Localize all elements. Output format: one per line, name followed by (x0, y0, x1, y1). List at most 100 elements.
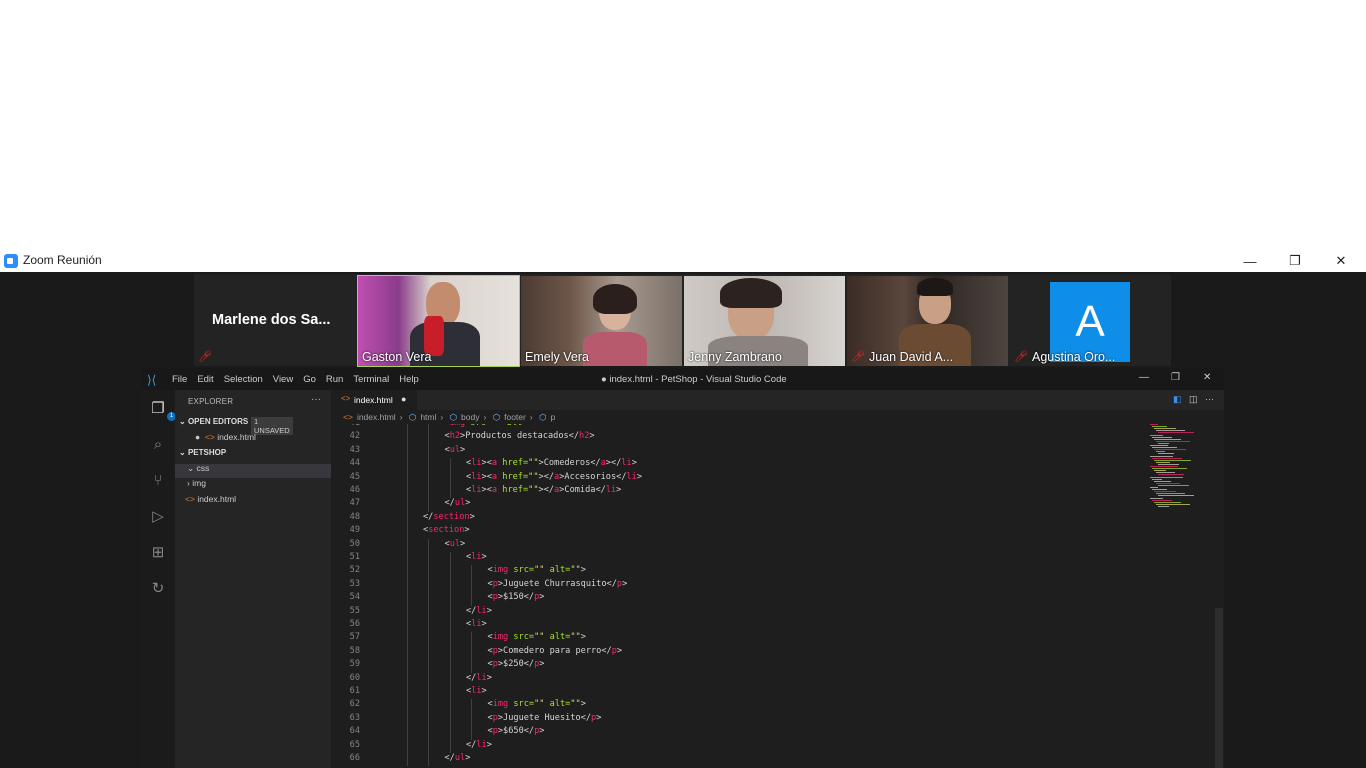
breadcrumb-item[interactable]: html (420, 412, 436, 422)
vscode-close-button[interactable]: ✕ (1203, 372, 1211, 383)
code-line[interactable]: 43 <ul> (331, 444, 1141, 459)
folder-img[interactable]: › img (187, 478, 206, 488)
code-line[interactable]: 60 </li> (331, 672, 1141, 686)
minimap[interactable] (1146, 424, 1216, 514)
minimap-line (1158, 505, 1169, 507)
minimize-button[interactable]: — (1227, 250, 1273, 272)
file-index-html[interactable]: <> index.html (185, 494, 236, 504)
indent-guide (471, 712, 472, 727)
code-line[interactable]: 47 </ul> (331, 498, 1141, 512)
code-line[interactable]: 50 <ul> (331, 538, 1141, 552)
close-button[interactable]: ✕ (1318, 250, 1364, 272)
indent-guide (428, 632, 429, 646)
breadcrumb-item[interactable]: index.html (357, 412, 396, 422)
code-line[interactable]: 55 </li> (331, 605, 1141, 619)
minimap-line (1150, 466, 1178, 467)
minimap-line (1150, 434, 1163, 436)
code-line[interactable]: 54 <p>$150</p> (331, 592, 1141, 606)
code-line[interactable]: 66 </ul> (331, 753, 1141, 767)
more-actions-icon[interactable]: ··· (311, 394, 321, 405)
code-area[interactable]: 41 <img src="" alt=""> 42 <h2>Productos des… (331, 424, 1141, 768)
tab-index-html[interactable]: <> index.html ● (331, 390, 417, 410)
line-number: 64 (349, 726, 360, 737)
participant-tile[interactable]: 🎤︎ Juan David A... (847, 276, 1008, 366)
menu-view[interactable]: View (273, 374, 293, 385)
project-section[interactable]: ⌄ PETSHOP (179, 448, 226, 457)
open-editor-item[interactable]: ● <> index.html (195, 432, 256, 442)
minimap-line (1154, 459, 1191, 461)
code-line[interactable]: 65 </li> (331, 739, 1141, 753)
indent-guide (406, 619, 408, 633)
breadcrumb-item[interactable]: p (551, 412, 556, 422)
participant-tile[interactable]: Jenny Zambrano (684, 276, 845, 366)
run-debug-icon[interactable]: ▷ (149, 508, 167, 526)
live-share-status-icon[interactable]: ◧ (1173, 394, 1182, 404)
indent-guide (471, 565, 472, 579)
menu-go[interactable]: Go (303, 374, 316, 385)
code-line[interactable]: 46 <li><a href=""></a>Comida</li> (331, 485, 1141, 499)
participant-tile[interactable]: A 🎤︎ Agustina Oro... (1010, 276, 1171, 366)
folder-css[interactable]: ⌄ css (187, 463, 209, 474)
code-line[interactable]: 48 </section> (331, 511, 1141, 526)
menu-run[interactable]: Run (326, 374, 343, 385)
unsaved-dot-icon[interactable]: ● (401, 394, 406, 404)
more-actions-icon[interactable]: ··· (1205, 394, 1214, 404)
split-editor-icon[interactable]: ◫ (1189, 394, 1198, 404)
minimap-line (1156, 461, 1170, 463)
code-line[interactable]: 42 <h2>Productos destacados</h2> (331, 431, 1141, 445)
code-editor[interactable]: <> index.html ● ◧ ◫ ··· <> index.html › ⬡ h… (331, 390, 1224, 768)
menu-edit[interactable]: Edit (197, 374, 213, 385)
minimap-line (1152, 426, 1167, 428)
breadcrumb-item[interactable]: body (461, 412, 479, 422)
vscode-minimize-button[interactable]: — (1139, 372, 1149, 383)
menu-terminal[interactable]: Terminal (353, 374, 389, 385)
code-line[interactable]: 61 <li> (331, 686, 1141, 700)
explorer-icon[interactable]: ❐ 1 (149, 400, 176, 421)
zoom-meeting-stage: Marlene dos Sa... 🎤︎ Gaston Vera Emely V… (0, 272, 1366, 768)
indent-guide (428, 444, 429, 459)
menu-help[interactable]: Help (399, 374, 419, 385)
participant-name: Gaston Vera (362, 350, 432, 364)
restore-button[interactable]: ❐ (1272, 250, 1318, 272)
code-line[interactable]: 63 <p>Juguete Huesito</p> (331, 712, 1141, 727)
search-icon[interactable]: ⌕ (149, 436, 167, 454)
code-line[interactable]: 59 <p>$250</p> (331, 659, 1141, 673)
participant-tile[interactable]: Emely Vera (521, 276, 682, 366)
participant-tile-active[interactable]: Gaston Vera (357, 275, 520, 367)
zoom-logo-icon (4, 254, 18, 268)
code-line[interactable]: 51 <li> (331, 552, 1141, 566)
live-share-icon[interactable]: ↻ (149, 580, 167, 598)
code-line[interactable]: 41 <img src="" alt=""> (331, 424, 1141, 432)
indent-guide (428, 726, 429, 740)
code-line[interactable]: 52 <img src="" alt=""> (331, 565, 1141, 579)
project-label: PETSHOP (187, 448, 227, 457)
vertical-scrollbar[interactable] (1215, 608, 1223, 768)
participant-tile[interactable]: Marlene dos Sa... 🎤︎ (194, 276, 355, 366)
source-control-icon[interactable]: ⑂ (149, 472, 167, 490)
breadcrumb-item[interactable]: footer (504, 412, 526, 422)
indent-guide (428, 458, 429, 472)
code-line[interactable]: 58 <p>Comedero para perro</p> (331, 645, 1141, 660)
code-line[interactable]: 49 <section> (331, 525, 1141, 539)
indent-guide (428, 605, 429, 619)
line-source: <li> (466, 552, 487, 562)
indent-guide (449, 645, 451, 660)
vscode-restore-button[interactable]: ❐ (1171, 372, 1180, 383)
code-line[interactable]: 44 <li><a href="">Comederos</a></li> (331, 458, 1141, 472)
line-number: 59 (349, 659, 360, 670)
menu-selection[interactable]: Selection (224, 374, 263, 385)
code-line[interactable]: 45 <li><a href=""></a>Accesorios</li> (331, 471, 1141, 485)
code-line[interactable]: 57 <img src="" alt=""> (331, 632, 1141, 646)
extensions-icon[interactable]: ⊞ (149, 544, 167, 562)
indent-guide (449, 686, 451, 700)
menu-file[interactable]: File (172, 374, 187, 385)
line-number: 62 (349, 699, 360, 710)
indent-guide (449, 565, 451, 579)
code-line[interactable]: 62 <img src="" alt=""> (331, 699, 1141, 713)
code-line[interactable]: 64 <p>$650</p> (331, 726, 1141, 740)
indent-guide (406, 605, 408, 619)
code-line[interactable]: 53 <p>Juguete Churrasquito</p> (331, 578, 1141, 593)
open-editors-section[interactable]: ⌄ OPEN EDITORS 1 UNSAVED (179, 417, 293, 435)
line-number: 57 (349, 632, 360, 643)
code-line[interactable]: 56 <li> (331, 619, 1141, 633)
